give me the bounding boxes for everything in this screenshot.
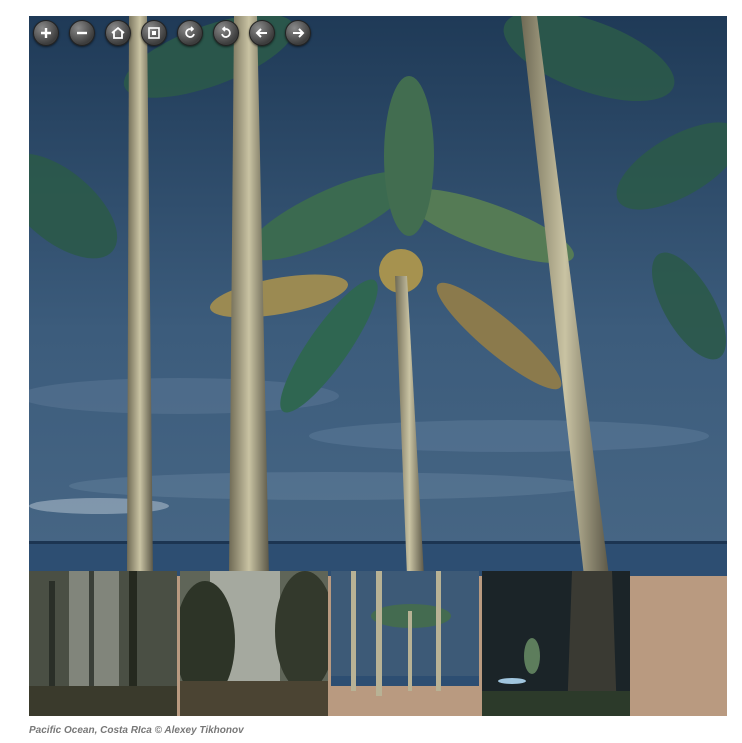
minus-icon xyxy=(77,31,87,35)
next-button[interactable] xyxy=(285,20,311,46)
thumbnail-night-tree[interactable] xyxy=(482,571,630,716)
viewer-toolbar xyxy=(33,20,311,46)
thumbnail-palm-beach[interactable] xyxy=(331,571,479,716)
thumbnail-image xyxy=(482,571,630,716)
image-viewer[interactable] xyxy=(29,16,727,716)
thumbnail-image xyxy=(331,571,479,716)
arrow-left-icon xyxy=(255,28,267,38)
fullpage-button[interactable] xyxy=(141,20,167,46)
thumbnail-image xyxy=(29,571,177,716)
thumbnail-misty-forest-1[interactable] xyxy=(29,571,177,716)
plus-icon xyxy=(41,28,51,38)
thumbnail-image xyxy=(180,571,328,716)
rotate-left-icon xyxy=(185,26,195,38)
home-button[interactable] xyxy=(105,20,131,46)
photo-caption: Pacific Ocean, Costa RIca © Alexey Tikho… xyxy=(29,725,244,736)
rotate-right-icon xyxy=(221,26,231,38)
thumbnail-misty-forest-2[interactable] xyxy=(180,571,328,716)
rotate-right-button[interactable] xyxy=(213,20,239,46)
previous-button[interactable] xyxy=(249,20,275,46)
rotate-left-button[interactable] xyxy=(177,20,203,46)
zoom-in-button[interactable] xyxy=(33,20,59,46)
zoom-out-button[interactable] xyxy=(69,20,95,46)
arrow-right-icon xyxy=(293,28,305,38)
home-icon xyxy=(111,26,125,39)
fullscreen-icon xyxy=(148,27,160,39)
thumbnail-strip xyxy=(29,571,727,716)
